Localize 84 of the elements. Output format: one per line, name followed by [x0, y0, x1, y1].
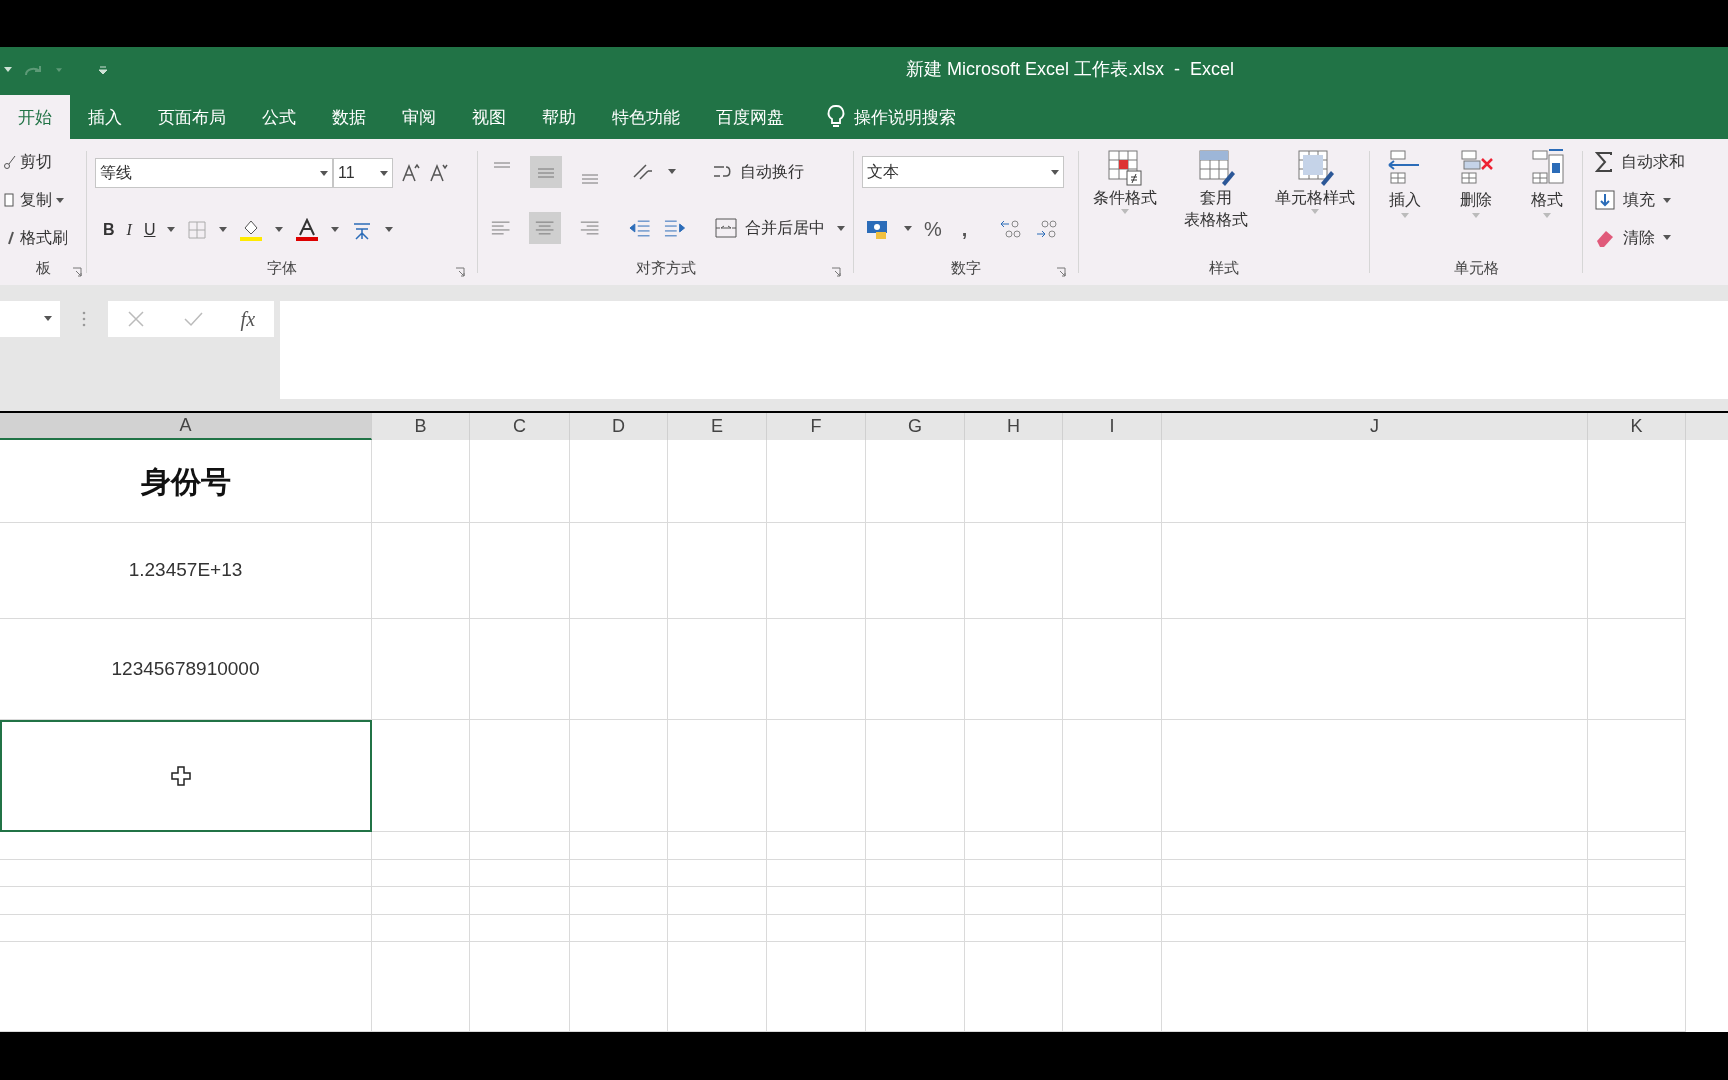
grow-font-icon[interactable]: [401, 163, 421, 184]
font-size-field[interactable]: 11: [333, 158, 393, 189]
decrease-decimal-icon[interactable]: [1035, 217, 1060, 240]
increase-decimal-icon[interactable]: [999, 217, 1024, 240]
sigma-icon: [1595, 152, 1613, 173]
formula-input[interactable]: [280, 300, 1728, 399]
clipboard-button[interactable]: 格式刷: [4, 225, 86, 250]
table-format-icon: [1196, 147, 1236, 188]
ribbon-tab[interactable]: 特色功能: [594, 95, 698, 140]
dialog-launcher-icon[interactable]: [72, 266, 82, 277]
dropdown-caret-icon[interactable]: [44, 316, 52, 322]
cell-style-icon: [1295, 147, 1336, 188]
group-label: 单元格: [1453, 258, 1499, 279]
column-header[interactable]: A: [0, 413, 372, 440]
dialog-launcher-icon[interactable]: [1056, 266, 1066, 277]
editing-button[interactable]: 自动求和: [1595, 150, 1728, 175]
dropdown-caret-icon[interactable]: [4, 67, 12, 73]
group-label: 样式: [1209, 258, 1239, 279]
dropdown-caret-icon[interactable]: [1663, 197, 1671, 203]
style-button[interactable]: 单元格样式: [1275, 147, 1356, 215]
tell-me-search[interactable]: 操作说明搜索: [854, 104, 956, 131]
dropdown-caret-icon[interactable]: [1663, 235, 1671, 241]
merge-center-button[interactable]: 合并后居中: [715, 216, 825, 241]
group-label: 数字: [951, 258, 981, 279]
dropdown-caret-icon[interactable]: [668, 169, 676, 175]
cell-cursor-icon: [171, 766, 191, 786]
font-color-icon[interactable]: [295, 217, 320, 242]
cells-button[interactable]: 删除: [1456, 147, 1496, 219]
dropdown-caret-icon[interactable]: [385, 227, 394, 233]
ribbon-tab[interactable]: 数据: [314, 95, 384, 140]
group-label: 板: [35, 258, 51, 279]
italic-button[interactable]: I: [126, 217, 132, 242]
ribbon-tab[interactable]: 公式: [244, 95, 314, 140]
ribbon-tab[interactable]: 插入: [70, 95, 140, 140]
dialog-launcher-icon[interactable]: [831, 266, 841, 277]
merge-cells-icon: [715, 218, 737, 239]
dropdown-caret-icon[interactable]: [1051, 169, 1059, 175]
group-label: 对齐方式: [635, 258, 696, 279]
style-button[interactable]: 套用 表格格式: [1184, 147, 1248, 232]
number-format-field[interactable]: 文本: [862, 156, 1064, 189]
table-cell: 1.23457E+13: [0, 523, 372, 619]
horizontal-align-icon[interactable]: [529, 212, 561, 245]
copy-icon: [4, 193, 16, 207]
comma-button[interactable]: ,: [953, 213, 976, 244]
group-label: 字体: [267, 258, 297, 279]
dropdown-caret-icon[interactable]: [167, 227, 176, 233]
table-cell: 身份号: [0, 440, 372, 523]
dialog-launcher-icon[interactable]: [455, 266, 465, 277]
ribbon-tab[interactable]: 百度网盘: [698, 95, 802, 140]
scissors-icon: [4, 155, 16, 170]
ribbon-tab[interactable]: 视图: [454, 95, 524, 140]
font-name-field[interactable]: 等线: [95, 158, 333, 189]
ribbon-tab[interactable]: 帮助: [524, 95, 594, 140]
eraser-icon: [1595, 228, 1615, 247]
vertical-align-icon[interactable]: [530, 155, 562, 188]
bold-button[interactable]: B: [103, 217, 115, 242]
ribbon-tab[interactable]: 开始: [0, 95, 70, 140]
dropdown-caret-icon[interactable]: [837, 225, 845, 231]
dropdown-caret-icon[interactable]: [219, 227, 228, 233]
cells-button[interactable]: 插入: [1385, 147, 1426, 219]
clipboard-button[interactable]: 复制: [4, 188, 86, 212]
dropdown-caret-icon[interactable]: [320, 170, 328, 176]
table-cell: 12345678910000: [0, 619, 372, 720]
underline-button[interactable]: U: [143, 217, 156, 242]
editing-button[interactable]: 清除: [1595, 225, 1728, 250]
more-options-icon[interactable]: [82, 310, 86, 327]
shrink-font-icon[interactable]: [429, 163, 449, 184]
percent-button[interactable]: %: [924, 213, 942, 244]
dropdown-caret-icon[interactable]: [331, 227, 340, 233]
clipboard-button[interactable]: 剪切: [4, 150, 86, 175]
style-button[interactable]: 条件格式: [1092, 147, 1157, 215]
editing-button[interactable]: 填充: [1595, 188, 1728, 212]
window-title: 新建 Microsoft Excel 工作表.xlsx - Excel: [906, 58, 1235, 82]
fill-down-icon: [1595, 190, 1615, 210]
insert-function-button[interactable]: fx: [240, 303, 256, 334]
dropdown-caret-icon[interactable]: [275, 227, 284, 233]
dropdown-caret-icon[interactable]: [56, 197, 64, 203]
wrap-text-button[interactable]: 自动换行: [712, 159, 804, 184]
dropdown-caret-icon[interactable]: [904, 226, 912, 232]
ribbon-tab[interactable]: 页面布局: [140, 95, 244, 140]
ribbon-tab[interactable]: 审阅: [384, 95, 454, 140]
customize-toolbar-icon[interactable]: [98, 65, 108, 74]
cells-button[interactable]: 格式: [1526, 147, 1567, 219]
dropdown-caret-icon[interactable]: [380, 170, 388, 176]
